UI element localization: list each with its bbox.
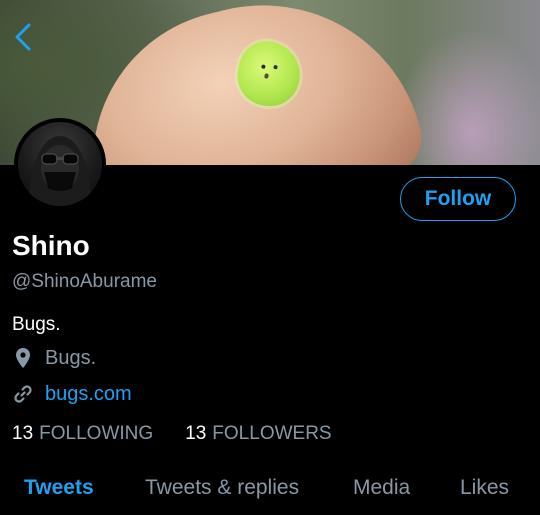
back-button[interactable]: [6, 20, 40, 54]
caterpillar-eye: [261, 64, 266, 70]
website-link[interactable]: bugs.com: [45, 383, 132, 406]
caterpillar-eye: [273, 64, 278, 70]
tab-tweets[interactable]: Tweets: [24, 476, 94, 500]
profile-bio: Bugs.: [12, 314, 61, 335]
following-count: 13: [12, 423, 34, 444]
followers-label: FOLLOWERS: [212, 423, 332, 444]
profile-name: Shino: [12, 230, 90, 261]
caterpillar-mouth: [264, 73, 269, 79]
follow-button[interactable]: Follow: [400, 177, 516, 221]
followers-stat[interactable]: 13 FOLLOWERS: [185, 423, 331, 445]
profile-website[interactable]: bugs.com: [12, 382, 132, 406]
tab-media[interactable]: Media: [353, 476, 410, 500]
link-icon: [12, 382, 34, 406]
followers-count: 13: [185, 423, 207, 444]
tab-likes[interactable]: Likes: [460, 476, 509, 500]
profile-tabs: Tweets Tweets & replies Media Likes: [0, 470, 540, 510]
profile-handle: @ShinoAburame: [12, 271, 157, 292]
hooded-figure-icon: [28, 136, 92, 206]
location-pin-icon: [12, 346, 34, 370]
following-stat[interactable]: 13 FOLLOWING: [12, 423, 153, 445]
tab-tweets-and-replies[interactable]: Tweets & replies: [145, 476, 299, 500]
avatar-image: [18, 122, 102, 206]
location-text: Bugs.: [45, 346, 97, 369]
follow-stats: 13 FOLLOWING 13 FOLLOWERS: [12, 423, 364, 445]
following-label: FOLLOWING: [39, 423, 154, 444]
profile-location: Bugs.: [12, 346, 96, 370]
chevron-left-icon: [15, 23, 31, 51]
avatar[interactable]: [14, 118, 106, 210]
